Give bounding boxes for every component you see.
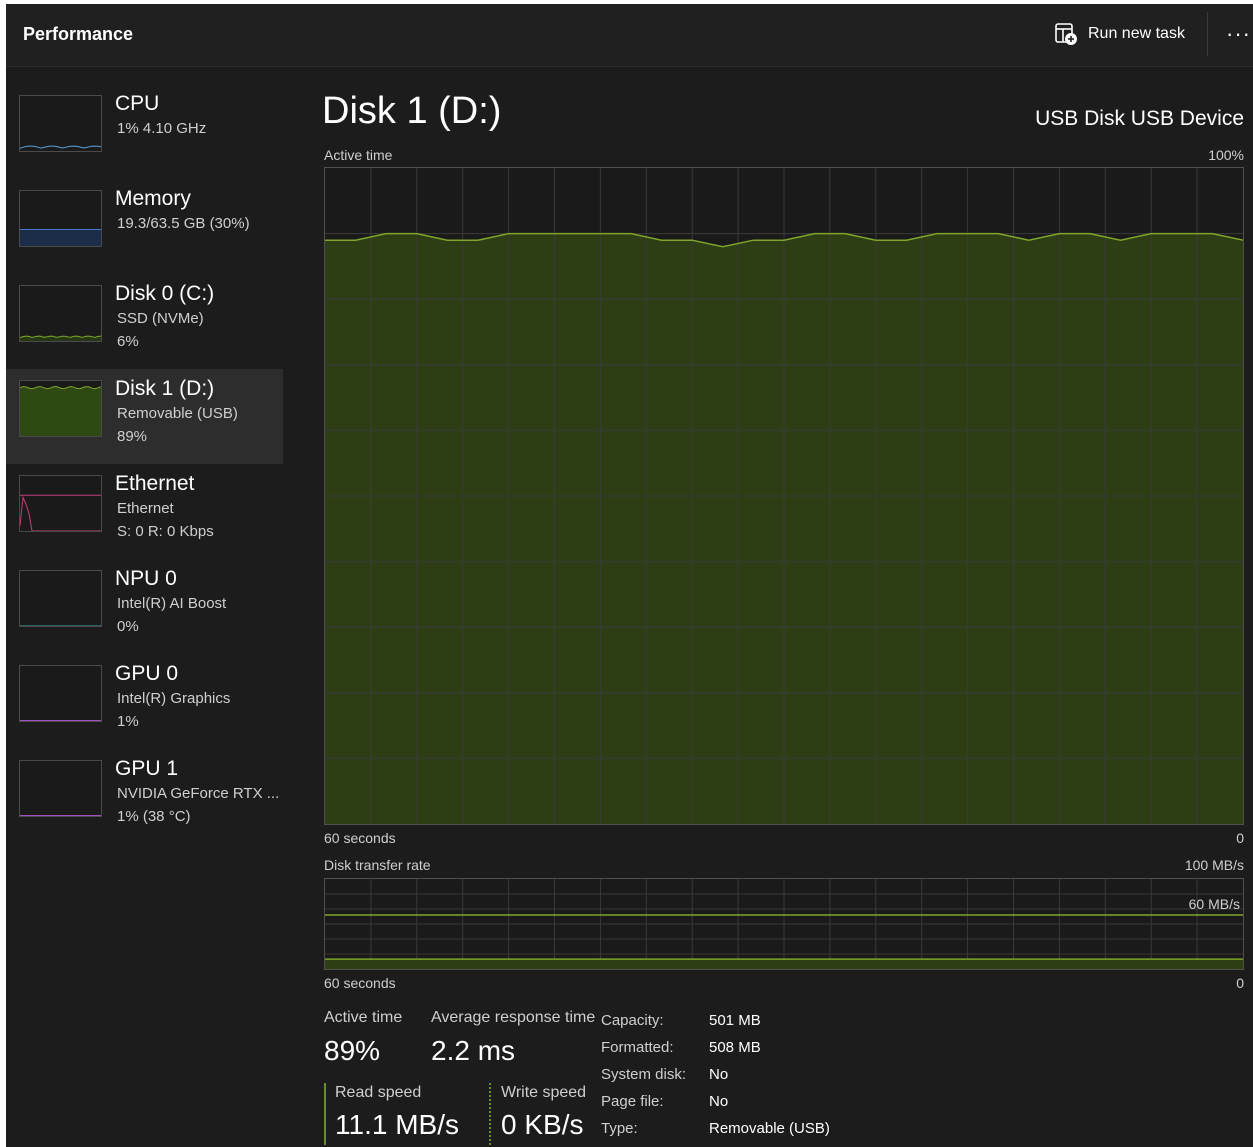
sidebar-thumbnail [19, 475, 102, 532]
active-time-value: 89% [324, 1035, 381, 1066]
thumbnail-graph [20, 145, 101, 149]
sidebar-item-usage: 6% [117, 333, 139, 350]
transfer-rate-chart: 60 MB/s [324, 878, 1244, 970]
thumbnail-graph [20, 494, 101, 531]
transfer-max-label: 100 MB/s [1184, 857, 1244, 873]
active-time-plot [325, 168, 1243, 824]
read-speed-value: 11.1 MB/s [335, 1109, 459, 1140]
transfer-rate-plot [325, 879, 1243, 969]
task-manager-window: Performance Run new task ··· CPU 1% 4.10 … [6, 4, 1253, 1147]
thumbnail-graph [20, 229, 101, 246]
write-speed-value: 0 KB/s [501, 1109, 584, 1140]
sidebar-item-gpu-0[interactable]: GPU 0 Intel(R) Graphics 1% [6, 654, 283, 749]
property-key: Page file: [601, 1093, 664, 1110]
sidebar-item-detail: 1% 4.10 GHz [117, 120, 207, 137]
toolbar-divider [1207, 12, 1208, 56]
thumbnail-graph [20, 385, 101, 436]
sidebar-item-disk-1-d[interactable]: Disk 1 (D:) Removable (USB) 89% [6, 369, 283, 464]
sidebar-item-cpu[interactable]: CPU 1% 4.10 GHz [6, 84, 283, 179]
property-key: Type: [601, 1120, 638, 1137]
sidebar-item-disk-0-c[interactable]: Disk 0 (C:) SSD (NVMe) 6% [6, 274, 283, 369]
run-new-task-button[interactable]: Run new task [1054, 18, 1185, 50]
property-key: System disk: [601, 1066, 687, 1083]
transfer-x-label: 60 seconds [324, 975, 396, 991]
active-time-min-label: 0 [1236, 830, 1244, 846]
sidebar-item-detail: 19.3/63.5 GB (30%) [117, 215, 250, 232]
sidebar-item-detail: Intel(R) Graphics [117, 690, 231, 707]
device-model: USB Disk USB Device [1035, 107, 1244, 130]
sidebar-item-detail: Ethernet [117, 500, 174, 517]
sidebar-item-usage: S: 0 R: 0 Kbps [117, 523, 214, 540]
sidebar-item-usage: 1% [117, 713, 139, 730]
device-title: Disk 1 (D:) [322, 90, 502, 132]
more-options-button[interactable]: ··· [1226, 18, 1253, 50]
sidebar-item-name: CPU [115, 92, 160, 115]
thumbnail-graph [20, 720, 101, 721]
sidebar-item-memory[interactable]: Memory 19.3/63.5 GB (30%) [6, 179, 283, 274]
sidebar: CPU 1% 4.10 GHz Memory 19.3/63.5 GB (30%) Di… [6, 84, 283, 844]
page-title: Performance [23, 24, 134, 44]
sidebar-item-name: Memory [115, 187, 191, 210]
write-speed-label: Write speed [501, 1084, 587, 1101]
sidebar-thumbnail [19, 380, 102, 437]
sidebar-item-detail: Removable (USB) [117, 405, 238, 422]
sidebar-item-gpu-1[interactable]: GPU 1 NVIDIA GeForce RTX ... 1% (38 °C) [6, 749, 283, 844]
sidebar-item-detail: NVIDIA GeForce RTX ... [117, 785, 280, 802]
sidebar-thumbnail [19, 760, 102, 817]
property-value: 508 MB [709, 1039, 761, 1056]
read-speed-label: Read speed [335, 1084, 422, 1101]
write-speed-indicator [489, 1083, 491, 1145]
transfer-chart-label: Disk transfer rate [324, 857, 431, 873]
sidebar-item-name: GPU 0 [115, 662, 179, 685]
run-task-label: Run new task [1088, 25, 1185, 42]
sidebar-item-name: GPU 1 [115, 757, 179, 780]
sidebar-thumbnail [19, 665, 102, 722]
sidebar-item-detail: SSD (NVMe) [117, 310, 204, 327]
property-key: Capacity: [601, 1012, 664, 1029]
avg-response-label: Average response time [431, 1009, 596, 1026]
sidebar-item-ethernet[interactable]: Ethernet Ethernet S: 0 R: 0 Kbps [6, 464, 283, 559]
thumbnail-graph [20, 815, 101, 816]
thumbnail-graph [20, 625, 101, 626]
sidebar-thumbnail [19, 190, 102, 247]
sidebar-item-usage: 0% [117, 618, 139, 635]
sidebar-item-detail: Intel(R) AI Boost [117, 595, 227, 612]
read-speed-area [325, 959, 1243, 969]
property-value: 501 MB [709, 1012, 761, 1029]
run-task-icon [1055, 23, 1077, 45]
title-bar: Performance Run new task ··· [6, 4, 1253, 67]
sidebar-thumbnail [19, 285, 102, 342]
active-time-chart-label: Active time [324, 147, 393, 163]
property-value: No [709, 1093, 729, 1110]
sidebar-item-name: NPU 0 [115, 567, 177, 590]
avg-response-value: 2.2 ms [431, 1035, 516, 1066]
sidebar-item-usage: 89% [117, 428, 148, 445]
property-key: Formatted: [601, 1039, 674, 1056]
sidebar-item-npu-0[interactable]: NPU 0 Intel(R) AI Boost 0% [6, 559, 283, 654]
sidebar-item-name: Disk 0 (C:) [115, 282, 215, 305]
active-time-max-label: 100% [1208, 147, 1244, 163]
sidebar-thumbnail [19, 95, 102, 152]
active-time-x-label: 60 seconds [324, 830, 396, 846]
sidebar-item-name: Disk 1 (D:) [115, 377, 215, 400]
sidebar-item-name: Ethernet [115, 472, 195, 495]
transfer-mid-label: 60 MB/s [1188, 896, 1240, 912]
sidebar-thumbnail [19, 570, 102, 627]
sidebar-item-usage: 1% (38 °C) [117, 808, 191, 825]
thumbnail-graph [20, 335, 101, 341]
property-value: No [709, 1066, 729, 1083]
active-time-chart [324, 167, 1244, 825]
stats-panel: Active time 89% Average response time 2.… [324, 1009, 1244, 1147]
transfer-min-label: 0 [1236, 975, 1244, 991]
active-time-label: Active time [324, 1009, 403, 1026]
read-speed-indicator [324, 1083, 326, 1145]
property-value: Removable (USB) [709, 1120, 830, 1137]
